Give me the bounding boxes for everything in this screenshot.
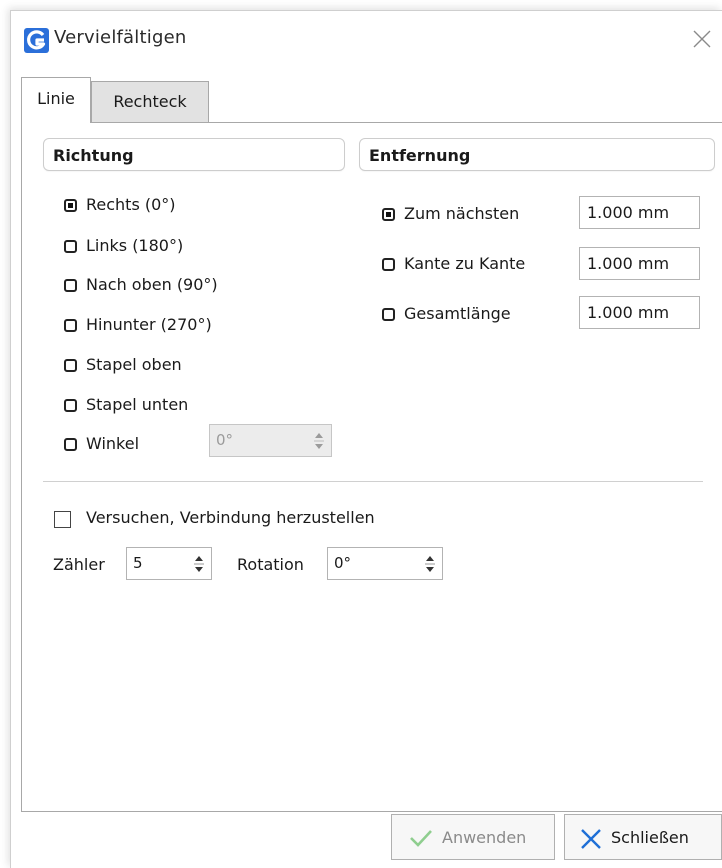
- radio-label: Hinunter (270°): [86, 315, 212, 334]
- radio-label: Gesamtlänge: [404, 304, 511, 323]
- radio-zum-naechsten[interactable]: Zum nächsten: [382, 204, 572, 230]
- title-bar: Vervielfältigen: [11, 11, 722, 69]
- spin-arrows-icon[interactable]: [424, 553, 436, 575]
- radio-winkel[interactable]: Winkel: [64, 434, 204, 460]
- close-label: Schließen: [611, 828, 689, 847]
- count-spinbox[interactable]: 5: [126, 547, 212, 580]
- radio-button[interactable]: [64, 359, 77, 372]
- radio-nach-oben[interactable]: Nach oben (90°): [64, 275, 284, 301]
- distance-header: Entfernung: [359, 138, 715, 171]
- spin-arrows-icon: [313, 430, 325, 452]
- window-title: Vervielfältigen: [54, 27, 187, 48]
- apply-button[interactable]: Anwenden: [391, 814, 555, 860]
- rotation-spinbox[interactable]: 0°: [327, 547, 443, 580]
- x-icon: [580, 828, 602, 854]
- check-icon: [409, 828, 433, 852]
- angle-spinbox: 0°: [209, 424, 332, 457]
- dialog-window: Vervielfältigen Linie Rechteck Richtung …: [10, 10, 722, 868]
- radio-rechts[interactable]: Rechts (0°): [64, 195, 264, 221]
- app-logo-icon: [24, 28, 49, 53]
- tab-linie[interactable]: Linie: [21, 77, 91, 123]
- close-icon[interactable]: [692, 29, 712, 49]
- radio-label: Kante zu Kante: [404, 254, 526, 273]
- close-button[interactable]: Schließen: [564, 814, 722, 860]
- apply-label: Anwenden: [442, 828, 527, 847]
- radio-button[interactable]: [64, 399, 77, 412]
- radio-label: Rechts (0°): [86, 195, 176, 214]
- radio-label: Stapel unten: [86, 395, 189, 414]
- radio-kante-zu-kante[interactable]: Kante zu Kante: [382, 254, 572, 280]
- radio-button[interactable]: [64, 319, 77, 332]
- radio-button[interactable]: [64, 279, 77, 292]
- radio-button[interactable]: [382, 308, 395, 321]
- direction-header: Richtung: [43, 138, 345, 171]
- distance-field-gesamtlaenge[interactable]: 1.000 mm: [579, 296, 700, 329]
- radio-button[interactable]: [64, 438, 77, 451]
- radio-stapel-unten[interactable]: Stapel unten: [64, 395, 264, 421]
- rotation-value: 0°: [334, 554, 352, 572]
- distance-field-zum-naechsten[interactable]: 1.000 mm: [579, 196, 700, 229]
- radio-hinunter[interactable]: Hinunter (270°): [64, 315, 284, 341]
- radio-button[interactable]: [382, 258, 395, 271]
- spin-arrows-icon[interactable]: [193, 553, 205, 575]
- radio-label: Winkel: [86, 434, 140, 453]
- rotation-label: Rotation: [237, 555, 304, 574]
- radio-label: Nach oben (90°): [86, 275, 218, 294]
- radio-stapel-oben[interactable]: Stapel oben: [64, 355, 264, 381]
- distance-field-kante-zu-kante[interactable]: 1.000 mm: [579, 247, 700, 280]
- radio-gesamtlaenge[interactable]: Gesamtlänge: [382, 304, 572, 330]
- connect-label: Versuchen, Verbindung herzustellen: [86, 508, 375, 527]
- radio-label: Stapel oben: [86, 355, 182, 374]
- radio-label: Zum nächsten: [404, 204, 520, 223]
- radio-button-selected[interactable]: [382, 208, 395, 221]
- tab-rechteck[interactable]: Rechteck: [91, 81, 209, 122]
- count-value: 5: [133, 554, 143, 572]
- angle-value: 0°: [216, 431, 234, 449]
- count-label: Zähler: [53, 555, 105, 574]
- divider: [43, 481, 703, 482]
- connect-checkbox[interactable]: [54, 511, 71, 528]
- radio-button[interactable]: [64, 240, 77, 253]
- tab-panel-linie: Richtung Entfernung Rechts (0°) Links (1…: [21, 122, 722, 812]
- radio-links[interactable]: Links (180°): [64, 236, 264, 262]
- radio-button-selected[interactable]: [64, 199, 77, 212]
- radio-label: Links (180°): [86, 236, 184, 255]
